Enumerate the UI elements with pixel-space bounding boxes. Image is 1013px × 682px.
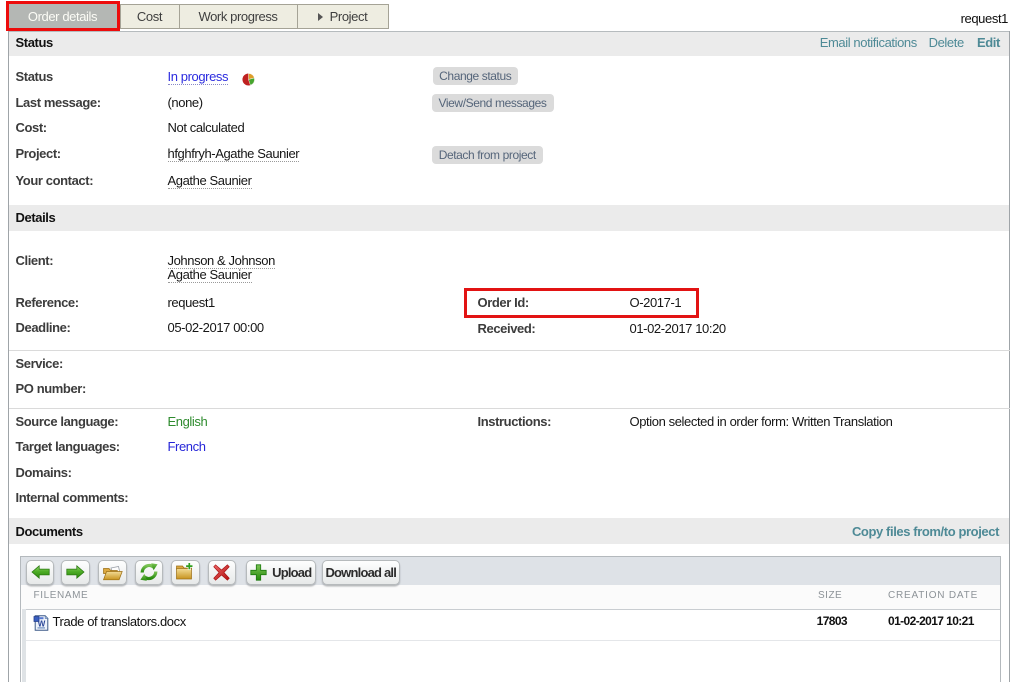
- svg-text:W: W: [38, 619, 46, 628]
